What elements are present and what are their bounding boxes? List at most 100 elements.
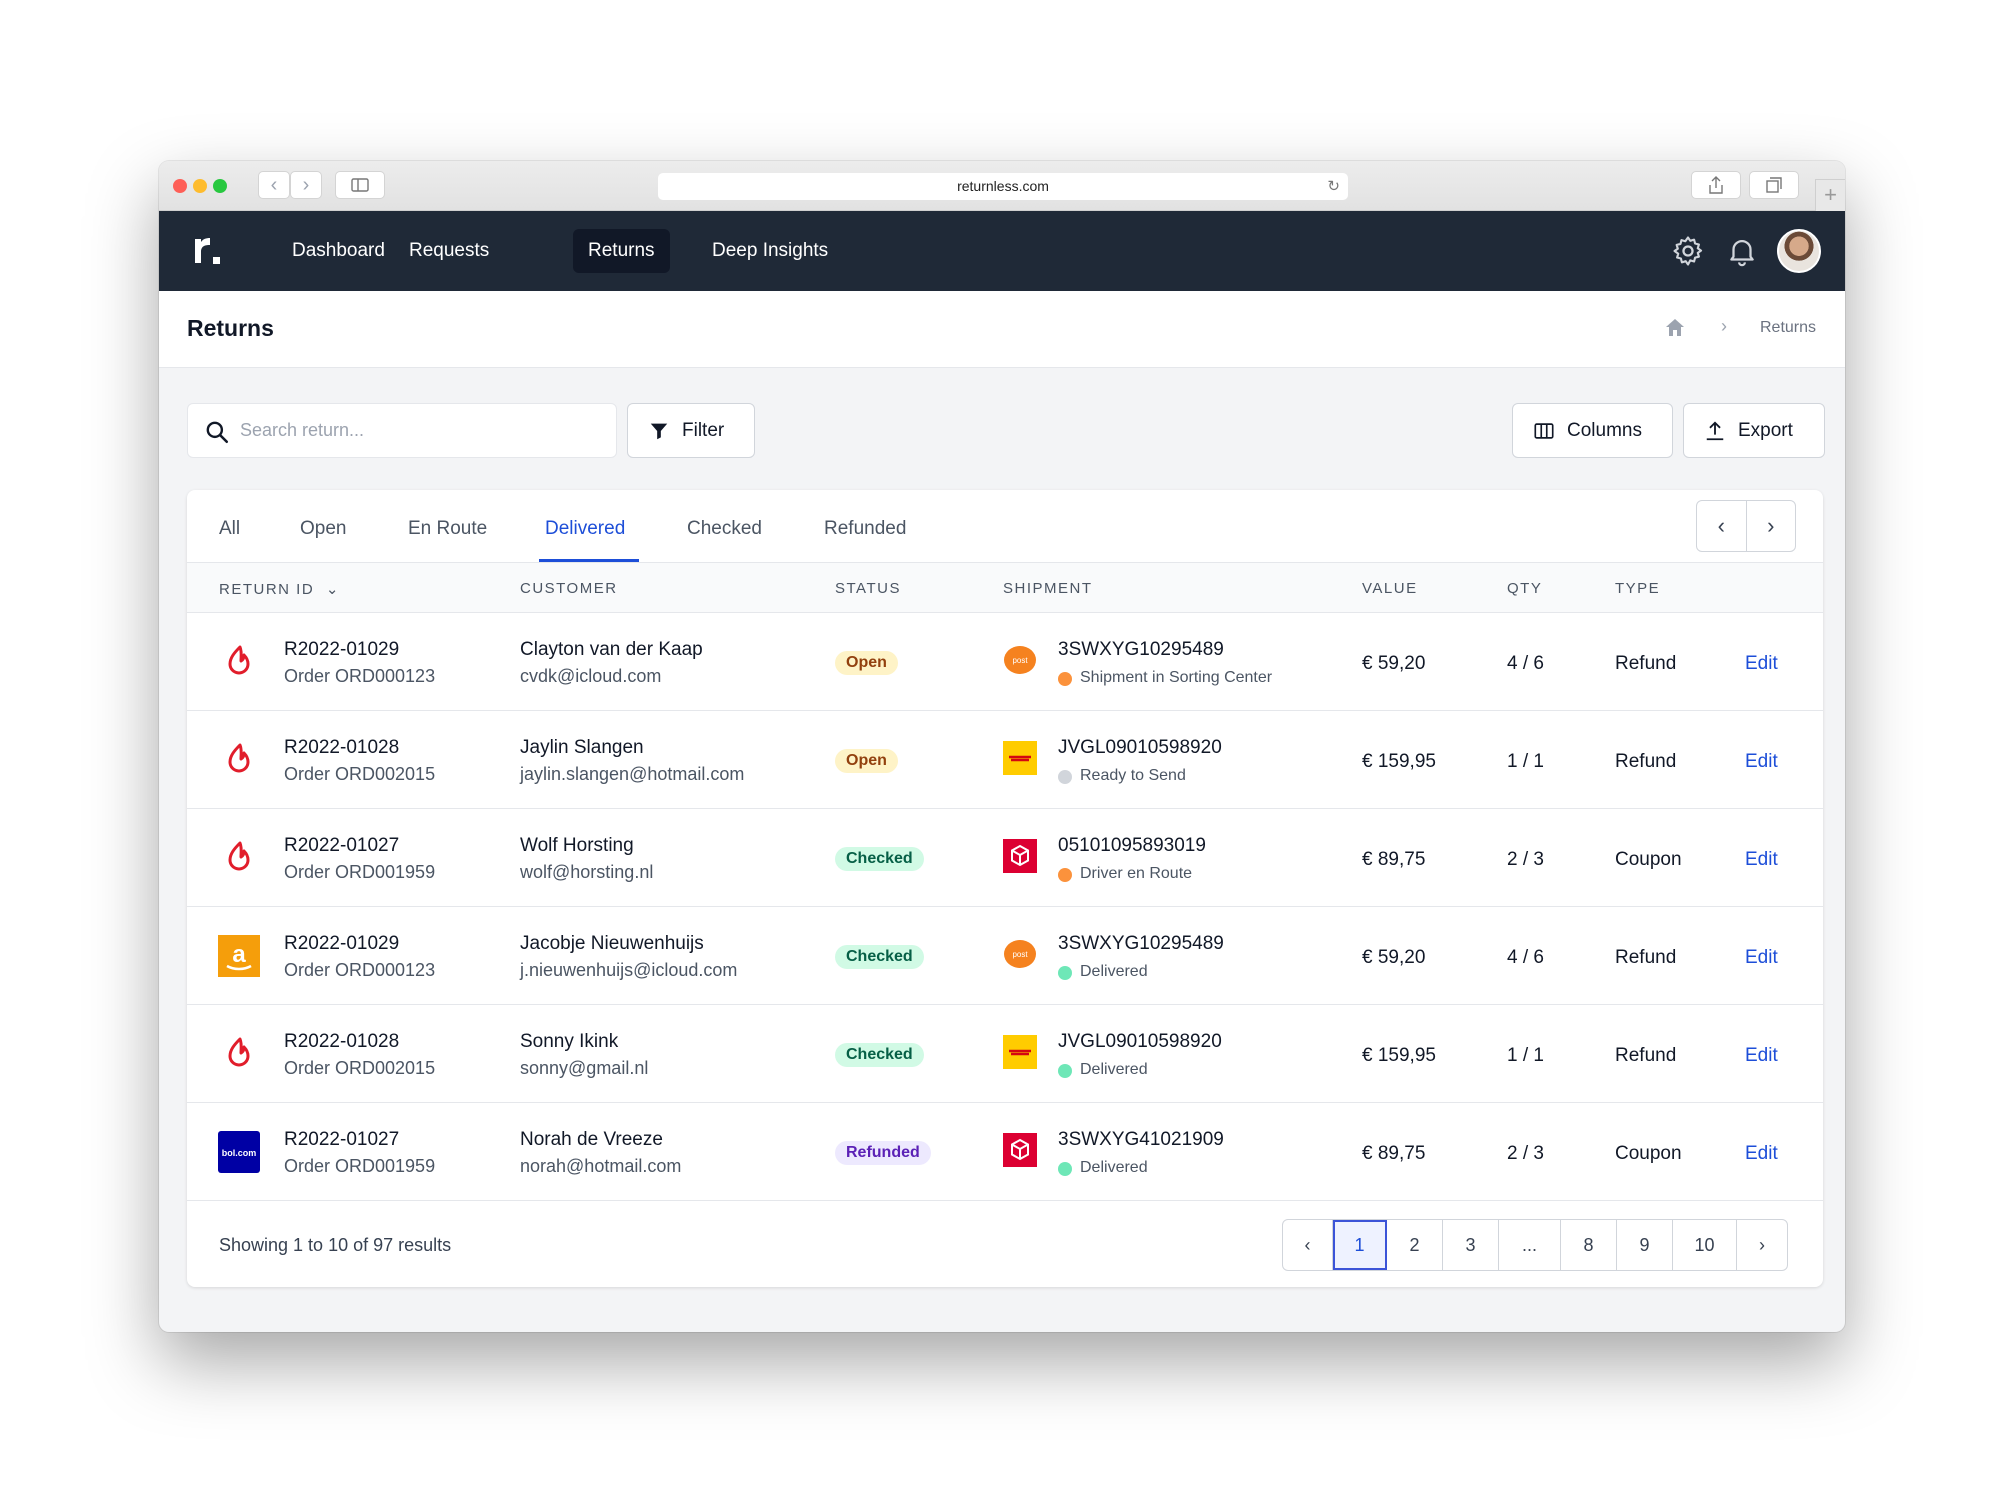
export-button-label: Export [1738,419,1793,441]
return-type: Refund [1615,947,1677,968]
order-number: Order ORD000123 [284,960,436,980]
address-bar[interactable]: returnless.com ↻ [658,173,1348,200]
edit-link[interactable]: Edit [1745,1045,1778,1067]
pagination-page[interactable]: 2 [1387,1220,1443,1270]
customer-name: Norah de Vreeze [520,1129,663,1150]
table-row[interactable]: a R2022-01029 Order ORD000123 Jacobje Ni… [187,907,1823,1005]
table-row[interactable]: bol.com R2022-01027 Order ORD001959 Nora… [187,1103,1823,1201]
status-badge: Refunded [835,1141,931,1165]
columns-icon [1534,422,1554,439]
page-title: Returns [187,315,274,341]
return-qty: 4 / 6 [1507,653,1544,674]
return-value: € 89,75 [1362,849,1426,870]
close-window-button[interactable] [173,179,187,193]
status-badge: Open [835,651,898,675]
return-qty: 2 / 3 [1507,849,1544,870]
customer-email: jaylin.slangen@hotmail.com [520,764,745,784]
dpd-carrier-icon [1003,839,1037,873]
tab-all[interactable]: All [219,518,240,540]
dpd-carrier-icon [1003,1133,1037,1167]
return-id[interactable]: R2022-01028 [284,737,399,759]
export-button[interactable]: Export [1683,403,1825,458]
tab-delivered[interactable]: Delivered [545,518,625,540]
table-row[interactable]: R2022-01028 Order ORD002015 Sonny Ikink … [187,1005,1823,1103]
edit-link[interactable]: Edit [1745,653,1778,675]
header-return-id[interactable]: RETURN ID ⌄ [219,580,340,598]
tab-refunded[interactable]: Refunded [824,518,906,540]
header-status: STATUS [835,580,901,597]
filter-button[interactable]: Filter [627,403,755,458]
user-avatar[interactable] [1777,229,1821,273]
tracking-number[interactable]: 3SWXYG41021909 [1058,1129,1224,1151]
columns-button-label: Columns [1567,419,1642,441]
return-id[interactable]: R2022-01028 [284,1031,399,1053]
returnless-logo[interactable] [193,231,233,271]
columns-button[interactable]: Columns [1512,403,1673,458]
settings-gear-icon[interactable] [1671,234,1705,268]
postnl-carrier-icon: post [1003,643,1037,677]
return-type: Coupon [1615,1143,1682,1164]
customer-name: Jacobje Nieuwenhuijs [520,933,704,954]
tab-scroll-right-icon[interactable]: › [1747,501,1796,551]
minimize-window-button[interactable] [193,179,207,193]
tab-checked[interactable]: Checked [687,518,762,540]
pagination-page[interactable]: 9 [1617,1220,1673,1270]
tab-open[interactable]: Open [300,518,346,540]
edit-link[interactable]: Edit [1745,1143,1778,1165]
pagination-prev-icon[interactable]: ‹ [1283,1220,1333,1270]
forward-icon[interactable]: › [290,171,322,199]
search-input[interactable] [240,404,600,457]
tracking-number[interactable]: 05101095893019 [1058,835,1206,857]
active-tab-indicator [539,559,639,562]
pagination-page[interactable]: 8 [1561,1220,1617,1270]
share-icon[interactable] [1691,171,1741,199]
nav-requests[interactable]: Requests [394,229,504,273]
tab-scroll-left-icon[interactable]: ‹ [1697,501,1747,551]
breadcrumb-current: Returns [1760,319,1817,336]
edit-link[interactable]: Edit [1745,751,1778,773]
svg-text:a: a [232,941,246,968]
nav-returns[interactable]: Returns [573,229,670,273]
pagination-page[interactable]: 3 [1443,1220,1499,1270]
search-icon [206,421,229,444]
lightspeed-store-icon [218,1033,260,1075]
nav-deep-insights[interactable]: Deep Insights [697,229,843,273]
search-box[interactable] [187,403,617,458]
pagination-page[interactable]: 1 [1333,1220,1387,1270]
header-type: TYPE [1615,580,1661,597]
back-icon[interactable]: ‹ [258,171,290,199]
nav-dashboard[interactable]: Dashboard [277,229,400,273]
edit-link[interactable]: Edit [1745,947,1778,969]
notifications-bell-icon[interactable] [1725,234,1759,268]
table-row[interactable]: R2022-01028 Order ORD002015 Jaylin Slang… [187,711,1823,809]
table-row[interactable]: R2022-01027 Order ORD001959 Wolf Horstin… [187,809,1823,907]
return-id[interactable]: R2022-01029 [284,933,399,955]
return-value: € 159,95 [1362,1045,1436,1066]
return-id[interactable]: R2022-01029 [284,639,399,661]
tab-en-route[interactable]: En Route [408,518,487,540]
tracking-number[interactable]: JVGL09010598920 [1058,1031,1222,1053]
return-qty: 2 / 3 [1507,1143,1544,1164]
shipment-status-dot [1058,966,1072,980]
filter-button-label: Filter [682,419,725,441]
edit-link[interactable]: Edit [1745,849,1778,871]
return-id[interactable]: R2022-01027 [284,1129,399,1151]
sort-chevron-down-icon[interactable]: ⌄ [326,581,340,598]
reload-icon[interactable]: ↻ [1327,173,1340,200]
maximize-window-button[interactable] [213,179,227,193]
return-value: € 59,20 [1362,947,1426,968]
breadcrumb-home-icon[interactable] [1663,316,1687,340]
tracking-number[interactable]: JVGL09010598920 [1058,737,1222,759]
sidebar-toggle-icon[interactable] [335,171,385,199]
return-value: € 59,20 [1362,653,1426,674]
tracking-number[interactable]: 3SWXYG10295489 [1058,933,1224,955]
pagination-next-icon[interactable]: › [1737,1220,1787,1270]
pagination-page[interactable]: 10 [1673,1220,1737,1270]
return-id[interactable]: R2022-01027 [284,835,399,857]
table-row[interactable]: R2022-01029 Order ORD000123 Clayton van … [187,613,1823,711]
return-qty: 4 / 6 [1507,947,1544,968]
return-qty: 1 / 1 [1507,1045,1544,1066]
tabs-overview-icon[interactable] [1749,171,1799,199]
new-tab-icon[interactable]: + [1815,179,1845,211]
tracking-number[interactable]: 3SWXYG10295489 [1058,639,1224,661]
